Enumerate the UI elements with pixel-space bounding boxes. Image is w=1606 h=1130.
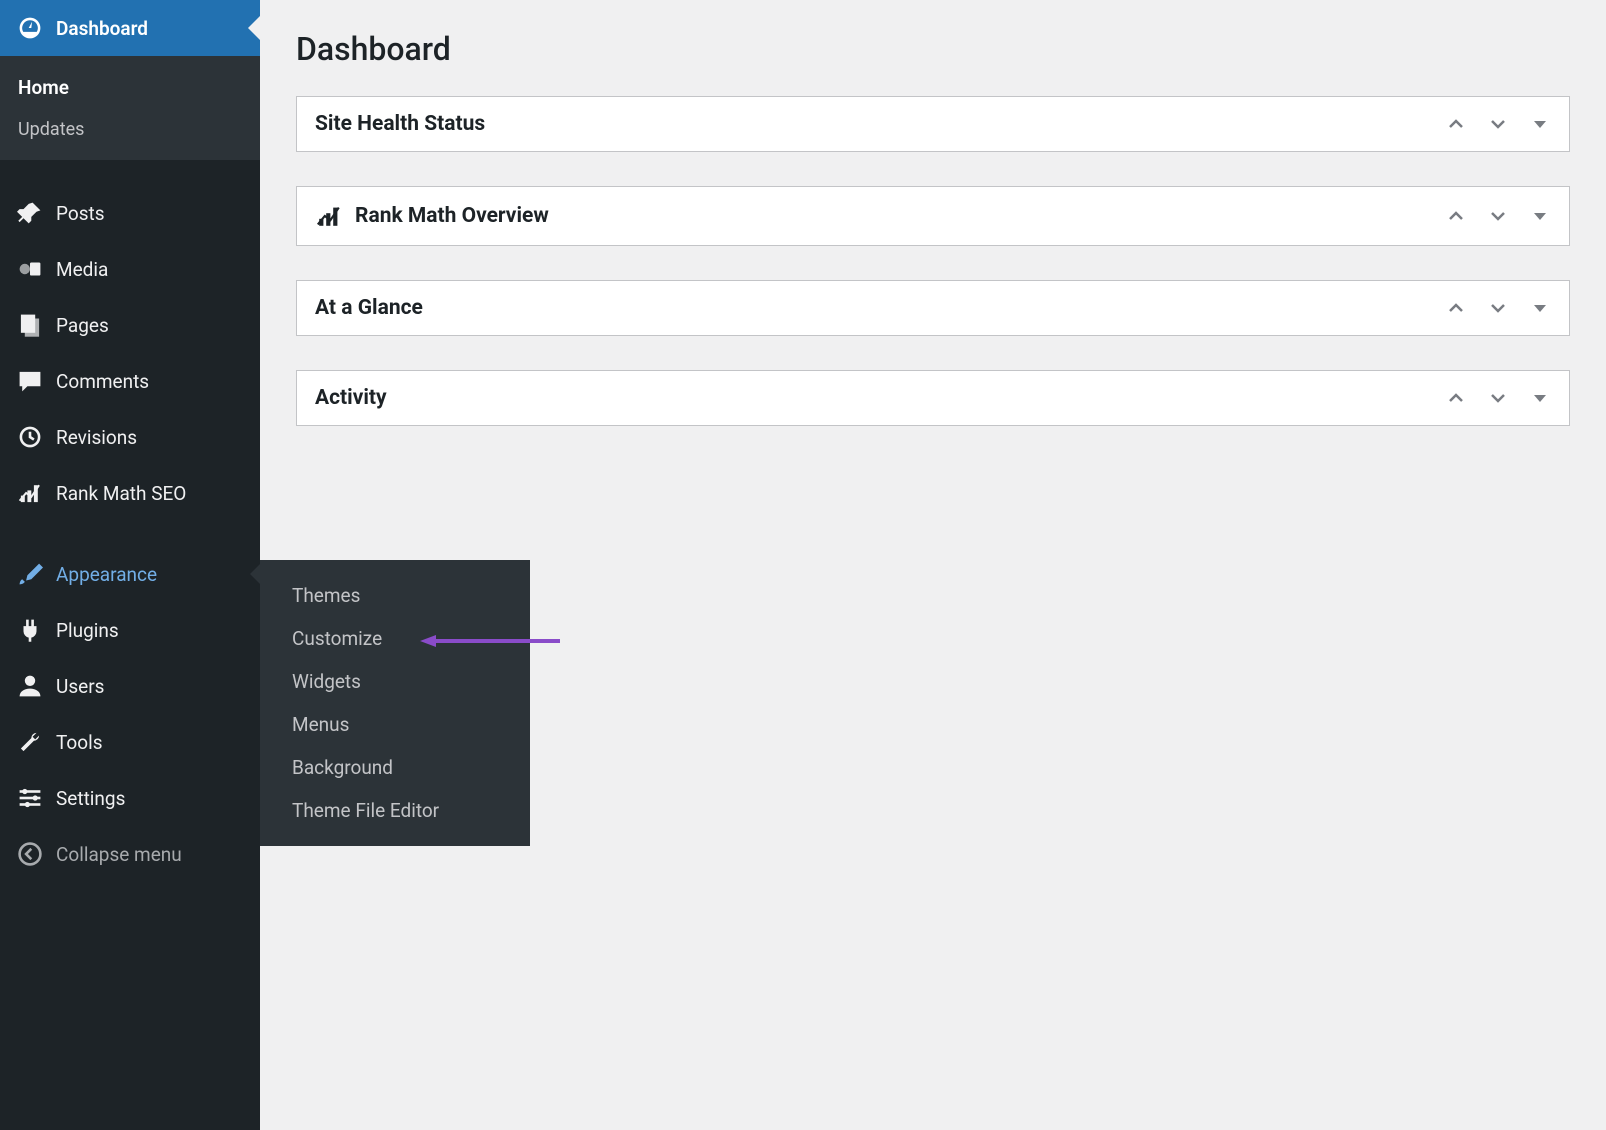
sidebar-label-comments: Comments (56, 370, 149, 393)
sidebar-label-media: Media (56, 258, 108, 281)
history-icon (16, 423, 44, 451)
wrench-icon (16, 728, 44, 756)
flyout-item-background[interactable]: Background (260, 746, 530, 789)
sidebar-label-appearance: Appearance (56, 563, 157, 586)
flyout-item-theme-file-editor[interactable]: Theme File Editor (260, 789, 530, 832)
sidebar-label-users: Users (56, 675, 104, 698)
flyout-item-themes[interactable]: Themes (260, 574, 530, 617)
move-down-icon[interactable] (1487, 387, 1509, 409)
user-icon (16, 672, 44, 700)
page-title: Dashboard (296, 30, 1570, 68)
widget-controls (1445, 205, 1551, 227)
sidebar-item-rankmath[interactable]: Rank Math SEO (0, 465, 260, 521)
sidebar-label-revisions: Revisions (56, 426, 137, 449)
sidebar-label-posts: Posts (56, 202, 105, 225)
sidebar-item-appearance[interactable]: Appearance (0, 546, 260, 602)
collapse-label: Collapse menu (56, 843, 182, 866)
toggle-icon[interactable] (1529, 205, 1551, 227)
toggle-icon[interactable] (1529, 113, 1551, 135)
move-down-icon[interactable] (1487, 297, 1509, 319)
sidebar-label-plugins: Plugins (56, 619, 119, 642)
widget-title: At a Glance (315, 296, 1445, 320)
sidebar-label-tools: Tools (56, 731, 103, 754)
sidebar-item-pages[interactable]: Pages (0, 297, 260, 353)
sidebar-item-revisions[interactable]: Revisions (0, 409, 260, 465)
move-up-icon[interactable] (1445, 297, 1467, 319)
sidebar-item-media[interactable]: Media (0, 241, 260, 297)
move-up-icon[interactable] (1445, 113, 1467, 135)
widget-controls (1445, 297, 1551, 319)
admin-sidebar: Dashboard Home Updates Posts Media Pages… (0, 0, 260, 1130)
submenu-item-home[interactable]: Home (0, 66, 260, 109)
collapse-icon (16, 840, 44, 868)
widget-activity: Activity (296, 370, 1570, 426)
widget-at-a-glance: At a Glance (296, 280, 1570, 336)
sidebar-label-settings: Settings (56, 787, 125, 810)
sidebar-item-users[interactable]: Users (0, 658, 260, 714)
sidebar-item-tools[interactable]: Tools (0, 714, 260, 770)
sidebar-label-dashboard: Dashboard (56, 17, 148, 40)
sidebar-label-rankmath: Rank Math SEO (56, 482, 186, 505)
dashboard-icon (16, 14, 44, 42)
sidebar-separator (0, 521, 260, 546)
comment-icon (16, 367, 44, 395)
sidebar-item-plugins[interactable]: Plugins (0, 602, 260, 658)
brush-icon (16, 560, 44, 588)
flyout-item-customize[interactable]: Customize (260, 617, 530, 660)
sidebar-separator (0, 160, 260, 185)
pin-icon (16, 199, 44, 227)
widget-controls (1445, 113, 1551, 135)
dashboard-submenu: Home Updates (0, 56, 260, 160)
sidebar-item-comments[interactable]: Comments (0, 353, 260, 409)
widget-controls (1445, 387, 1551, 409)
widget-rank-math-overview: Rank Math Overview (296, 186, 1570, 246)
media-icon (16, 255, 44, 283)
rankmath-icon (315, 202, 343, 230)
pages-icon (16, 311, 44, 339)
widget-title: Site Health Status (315, 112, 1445, 136)
widget-site-health: Site Health Status (296, 96, 1570, 152)
toggle-icon[interactable] (1529, 297, 1551, 319)
rankmath-icon (16, 479, 44, 507)
sliders-icon (16, 784, 44, 812)
collapse-menu-button[interactable]: Collapse menu (0, 826, 260, 882)
plug-icon (16, 616, 44, 644)
move-down-icon[interactable] (1487, 113, 1509, 135)
sidebar-label-pages: Pages (56, 314, 109, 337)
submenu-item-updates[interactable]: Updates (0, 109, 260, 150)
move-up-icon[interactable] (1445, 387, 1467, 409)
appearance-flyout-menu: Themes Customize Widgets Menus Backgroun… (260, 560, 530, 846)
widget-title: Rank Math Overview (355, 204, 1445, 228)
move-up-icon[interactable] (1445, 205, 1467, 227)
toggle-icon[interactable] (1529, 387, 1551, 409)
flyout-item-menus[interactable]: Menus (260, 703, 530, 746)
sidebar-item-posts[interactable]: Posts (0, 185, 260, 241)
move-down-icon[interactable] (1487, 205, 1509, 227)
flyout-item-widgets[interactable]: Widgets (260, 660, 530, 703)
widget-title: Activity (315, 386, 1445, 410)
sidebar-item-dashboard[interactable]: Dashboard (0, 0, 260, 56)
sidebar-item-settings[interactable]: Settings (0, 770, 260, 826)
